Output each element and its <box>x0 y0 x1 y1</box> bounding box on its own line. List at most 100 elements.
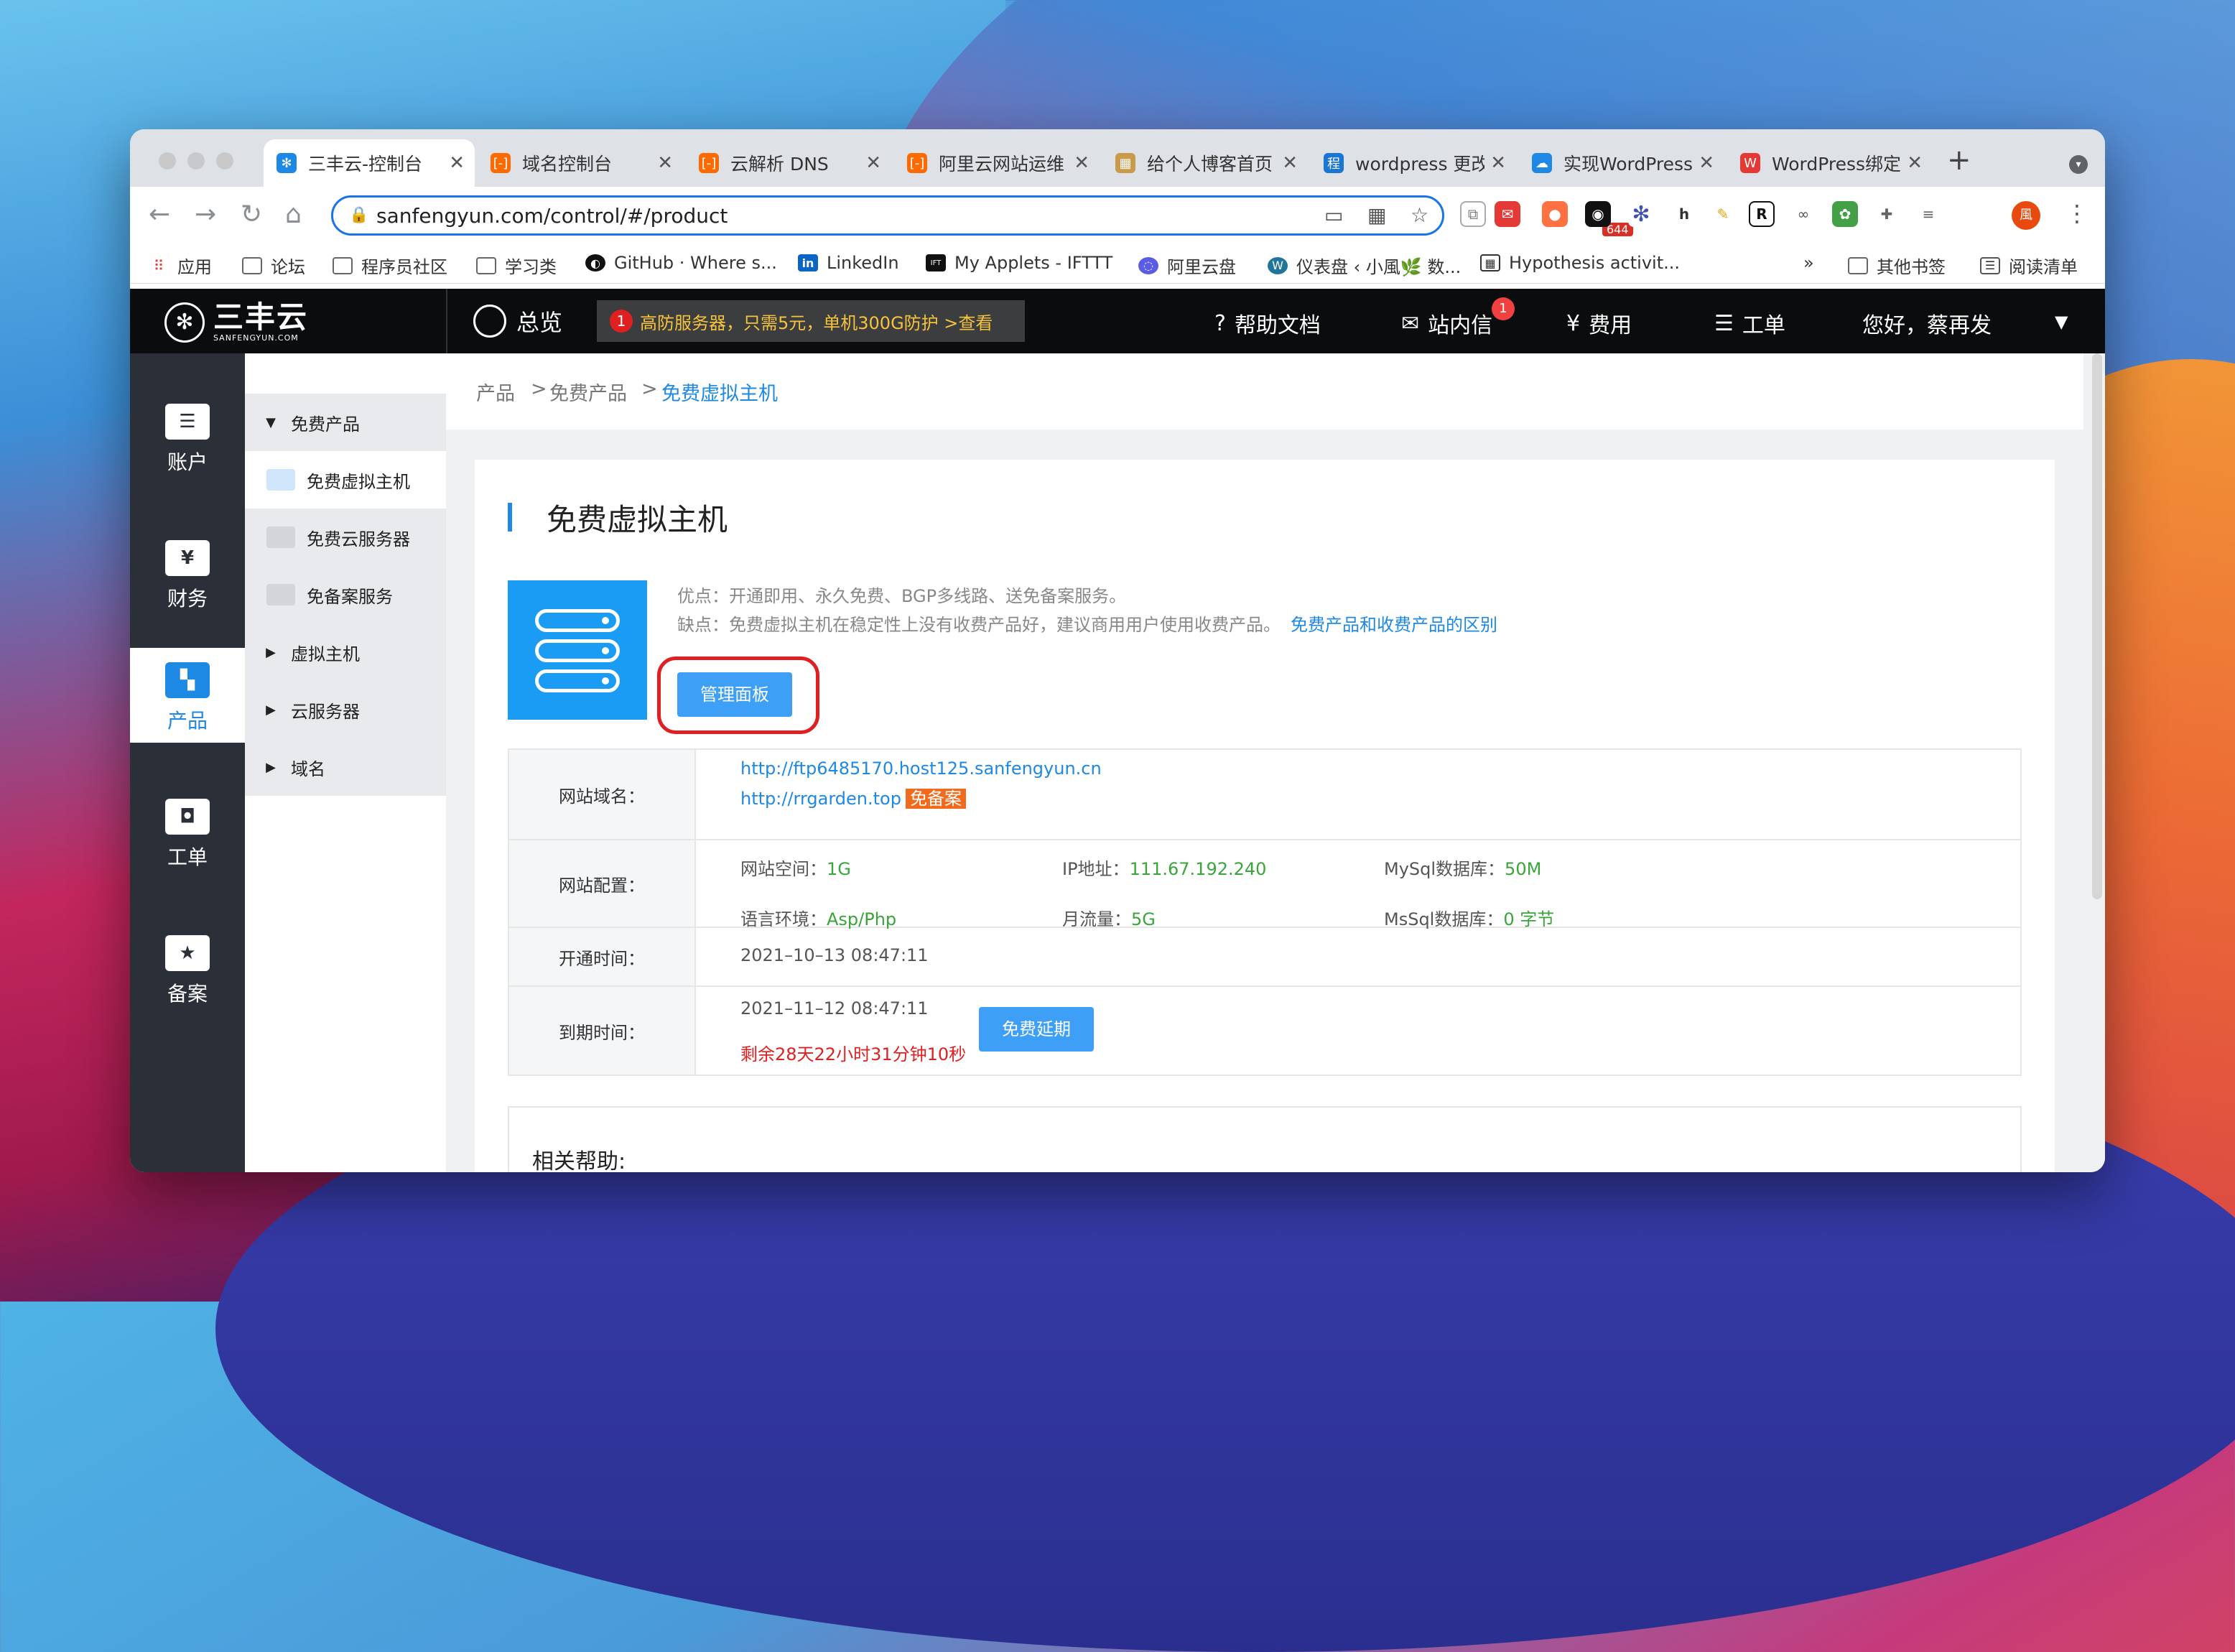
zoom-light[interactable] <box>216 152 233 170</box>
tab-close-icon[interactable]: ✕ <box>1490 152 1506 174</box>
sidebar-item-product[interactable]: ▚产品 <box>130 648 245 743</box>
product-blocks-icon: ▚ <box>165 662 210 698</box>
window-controls[interactable] <box>159 152 245 172</box>
tab-blog-home[interactable]: ▦ 给个人博客首页 ✕ <box>1102 139 1308 187</box>
new-tab-button[interactable]: + <box>1947 144 1971 177</box>
reload-icon[interactable]: ↻ <box>241 200 262 229</box>
orange-extension-icon[interactable]: ● <box>1542 201 1568 227</box>
media-control-icon[interactable]: ≡ <box>1915 201 1941 227</box>
sidebar-item-ticket[interactable]: ◘工单 <box>130 784 245 882</box>
tab-dns[interactable]: [-] 云解析 DNS ✕ <box>686 139 891 187</box>
puzzle-extensions-icon[interactable]: ✚ <box>1874 201 1900 227</box>
home-icon[interactable]: ⌂ <box>285 200 302 229</box>
bookmark-forum[interactable]: 论坛 <box>242 253 305 278</box>
sidebar-item-record[interactable]: ★备案 <box>130 921 245 1018</box>
sidebar-item-account[interactable]: ☰账户 <box>130 389 245 487</box>
messages-link[interactable]: ✉站内信 <box>1401 307 1492 339</box>
breadcrumb-root[interactable]: 产品 <box>476 378 515 406</box>
mail-icon: ✉ <box>1401 311 1419 336</box>
link-extension-icon[interactable]: ∞ <box>1790 201 1816 227</box>
bookmark-github[interactable]: ◐GitHub · Where s... <box>585 253 777 273</box>
cast-icon[interactable]: ▭ <box>1324 203 1343 227</box>
browser-menu-icon[interactable]: ⋮ <box>2066 200 2088 227</box>
minimize-light[interactable] <box>187 152 205 170</box>
tab-close-icon[interactable]: ✕ <box>657 152 673 174</box>
manage-panel-button[interactable]: 管理面板 <box>677 672 792 717</box>
remaining-time: 剩余28天22小时31分钟10秒 <box>740 1040 966 1065</box>
gmail-extension-icon[interactable]: ✉ <box>1495 201 1520 227</box>
ticket-bag-icon: ◘ <box>165 799 210 835</box>
close-light[interactable] <box>159 152 176 170</box>
evernote-icon[interactable]: ✿ <box>1832 201 1858 227</box>
profile-avatar[interactable]: 風 <box>2012 201 2040 230</box>
address-bar[interactable]: 🔒 sanfengyun.com/control/#/product ▭ ▦ ☆ <box>331 195 1444 236</box>
url-text[interactable]: sanfengyun.com/control/#/product <box>376 204 728 228</box>
bookmark-apps[interactable]: ⠿应用 <box>149 253 212 278</box>
tab-wordpress-bind[interactable]: W WordPress绑定 ✕ <box>1727 139 1933 187</box>
breadcrumb-mid[interactable]: 免费产品 <box>549 378 627 406</box>
help-circle-icon: ? <box>1214 311 1226 336</box>
subnav-item-free-cloud[interactable]: 免费云服务器 <box>245 509 446 566</box>
r-extension-icon[interactable]: R <box>1749 201 1775 227</box>
fees-link[interactable]: ¥费用 <box>1566 307 1632 339</box>
help-docs-link[interactable]: ?帮助文档 <box>1214 307 1321 339</box>
forward-arrow-icon[interactable]: → <box>195 200 216 229</box>
page-scrollbar[interactable] <box>2092 353 2102 899</box>
bookmark-dev-community[interactable]: 程序员社区 <box>333 253 447 278</box>
user-menu-caret-icon[interactable]: ▼ <box>2055 312 2068 332</box>
tab-close-icon[interactable]: ✕ <box>1074 152 1089 174</box>
copy-extension-icon[interactable]: ⧉ <box>1460 201 1486 227</box>
tab-search-icon[interactable]: ▾ <box>2069 155 2088 174</box>
tab-close-icon[interactable]: ✕ <box>1282 152 1298 174</box>
bookmark-hypothesis[interactable]: ▦Hypothesis activit... <box>1480 253 1680 273</box>
tab-sanfengyun[interactable]: ✻ 三丰云-控制台 ✕ <box>264 139 475 187</box>
tab-wordpress-change[interactable]: 程 wordpress 更改 ✕ <box>1311 139 1516 187</box>
row-expire-time: 到期时间： 2021–11–12 08:47:11 剩余28天22小时31分钟1… <box>509 987 2020 1075</box>
tickets-link[interactable]: ☰工单 <box>1714 307 1785 339</box>
domain-link-1[interactable]: http://ftp6485170.host125.sanfengyun.cn <box>740 758 1102 779</box>
h-extension-icon[interactable]: h <box>1671 201 1697 227</box>
qr-code-icon[interactable]: ▦ <box>1367 203 1386 227</box>
layers-icon <box>266 584 295 605</box>
layers-icon <box>266 526 295 548</box>
browser-window: ✻ 三丰云-控制台 ✕ [-] 域名控制台 ✕ [-] 云解析 DNS ✕ [-… <box>130 129 2105 1172</box>
subnav-item-free-vhost[interactable]: 免费虚拟主机 <box>245 451 446 509</box>
subnav-item-no-record[interactable]: 免备案服务 <box>245 566 446 623</box>
tab-close-icon[interactable]: ✕ <box>449 152 465 174</box>
reading-list[interactable]: ☰阅读清单 <box>1980 253 2078 278</box>
bookmark-study[interactable]: 学习类 <box>476 253 557 278</box>
bookmark-linkedin[interactable]: inLinkedIn <box>798 253 899 273</box>
bookmark-star-icon[interactable]: ☆ <box>1411 203 1428 227</box>
tab-domain-console[interactable]: [-] 域名控制台 ✕ <box>478 139 683 187</box>
bookmark-wp-dashboard[interactable]: W仪表盘 ‹ 小風🌿 数... <box>1268 253 1461 278</box>
bookmark-aliyundrive[interactable]: ◌阿里云盘 <box>1138 253 1236 278</box>
sanfengyun-logo[interactable]: ✻ 三丰云SANFENGYUN.COM <box>164 302 308 343</box>
tab-close-icon[interactable]: ✕ <box>865 152 881 174</box>
user-greeting[interactable]: 您好，蔡再发 <box>1862 307 1992 339</box>
folder-icon <box>333 257 353 274</box>
back-arrow-icon[interactable]: ← <box>149 200 170 229</box>
tab-implement-wordpress[interactable]: ☁ 实现WordPress ✕ <box>1519 139 1724 187</box>
tab-close-icon[interactable]: ✕ <box>1907 152 1923 174</box>
sidebar-item-finance[interactable]: ¥财务 <box>130 526 245 623</box>
dashboard-pie-icon <box>473 305 506 338</box>
bookmarks-overflow[interactable]: » <box>1803 253 1814 273</box>
tab-close-icon[interactable]: ✕ <box>1699 152 1714 174</box>
other-bookmarks[interactable]: 其他书签 <box>1848 253 1946 278</box>
compare-products-link[interactable]: 免费产品和收费产品的区别 <box>1291 615 1497 635</box>
tampermonkey-icon[interactable]: ◉ <box>1585 201 1611 227</box>
notes-extension-icon[interactable]: ✎ <box>1710 201 1736 227</box>
asterisk-extension-icon[interactable]: ✻ <box>1628 201 1654 227</box>
tab-aliyun-ops[interactable]: [-] 阿里云网站运维 ✕ <box>894 139 1100 187</box>
extend-button[interactable]: 免费延期 <box>979 1007 1094 1052</box>
bookmark-ifttt[interactable]: IFTMy Applets - IFTTT <box>926 253 1112 273</box>
domain-link-2[interactable]: http://rrgarden.top <box>740 789 901 809</box>
subnav-group-domain[interactable]: ▶域名 <box>245 738 446 796</box>
promo-banner[interactable]: 1 高防服务器，只需5元，单机300G防护 >查看 <box>597 300 1025 342</box>
subnav-group-cloud[interactable]: ▶云服务器 <box>245 681 446 738</box>
overview-link[interactable]: 总览 <box>473 305 562 338</box>
product-cons: 缺点：免费虚拟主机在稳定性上没有收费产品好，建议商用用户使用收费产品。免费产品和… <box>677 611 1497 636</box>
subnav-group-vhost[interactable]: ▶虚拟主机 <box>245 623 446 681</box>
subnav-group-free[interactable]: ▼免费产品 <box>245 394 446 451</box>
help-section: 相关帮助: <box>508 1106 2022 1172</box>
